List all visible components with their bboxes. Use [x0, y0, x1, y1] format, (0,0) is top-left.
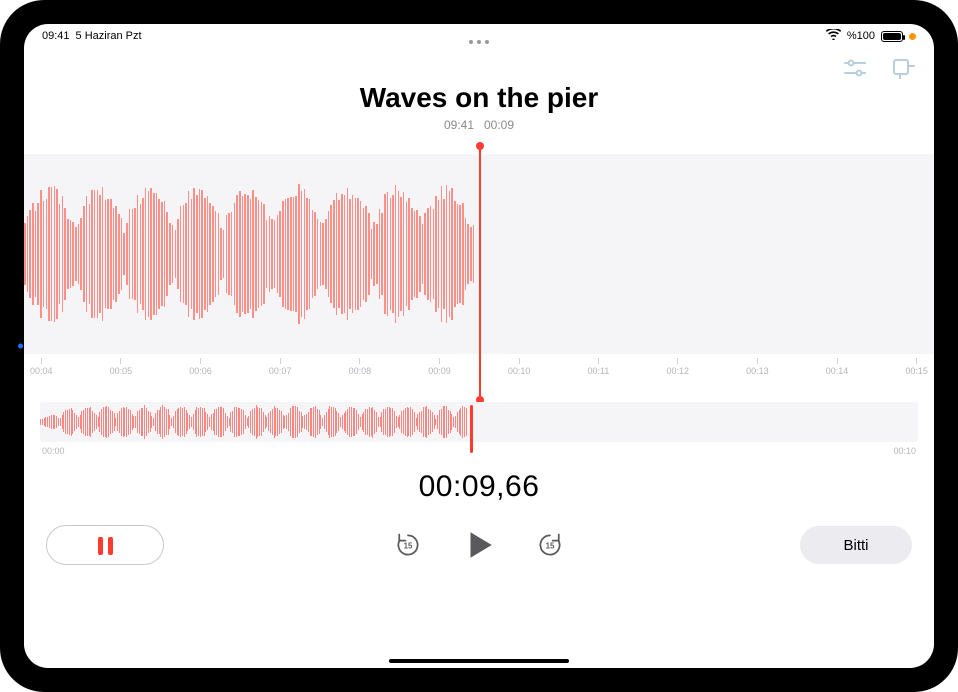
ruler-tick: 00:14	[826, 358, 849, 384]
status-date: 5 Haziran Pzt	[76, 30, 142, 42]
skip-back-15-button[interactable]: 15	[394, 531, 422, 559]
playback-settings-button[interactable]	[842, 55, 868, 81]
ruler-tick: 00:15	[905, 358, 928, 384]
trim-button[interactable]	[890, 55, 916, 81]
waveform-overview[interactable]: 00:00 00:10	[40, 402, 918, 456]
playhead-overview[interactable]	[470, 405, 473, 453]
svg-text:15: 15	[546, 542, 555, 551]
device-frame: 09:41 5 Haziran Pzt %100	[0, 0, 958, 692]
overview-start-time: 00:00	[42, 446, 65, 456]
ruler-tick: 00:11	[587, 358, 609, 384]
ruler-tick: 00:09	[428, 358, 451, 384]
playback-controls: 15 15 Bitti	[24, 522, 934, 568]
status-time: 09:41	[42, 30, 70, 42]
mic-in-use-indicator	[909, 33, 916, 40]
wifi-icon	[826, 29, 841, 43]
ruler-tick: 00:06	[189, 358, 212, 384]
ruler-tick: 00:07	[269, 358, 292, 384]
home-indicator[interactable]	[389, 659, 569, 663]
ruler-tick: 00:12	[666, 358, 689, 384]
status-bar: 09:41 5 Haziran Pzt %100	[24, 24, 934, 48]
battery-percent: %100	[847, 30, 875, 42]
multitask-dots[interactable]	[469, 40, 489, 44]
time-ruler: 00:04 00:05 00:06 00:07 00:08 00:09 00:10 00:11…	[24, 358, 934, 384]
pause-button[interactable]	[46, 525, 164, 565]
svg-text:15: 15	[404, 542, 413, 551]
title-block: Waves on the pier 09:41 00:09	[24, 82, 934, 132]
waveform-large[interactable]: 00:04 00:05 00:06 00:07 00:08 00:09 00:10 00:11…	[24, 154, 934, 384]
current-time-display: 00:09,66	[24, 470, 934, 504]
skip-forward-15-button[interactable]: 15	[536, 531, 564, 559]
ruler-tick: 00:05	[110, 358, 133, 384]
ruler-tick: 00:10	[508, 358, 531, 384]
pause-icon	[98, 537, 113, 555]
done-button[interactable]: Bitti	[800, 526, 912, 564]
ruler-tick: 00:04	[30, 358, 53, 384]
play-button[interactable]	[462, 528, 496, 562]
overview-end-time: 00:10	[893, 446, 916, 456]
side-indicator-dot	[18, 344, 23, 349]
screen: 09:41 5 Haziran Pzt %100	[24, 24, 934, 668]
ruler-tick: 00:13	[746, 358, 769, 384]
waveform-overview-bars	[40, 402, 470, 442]
recording-meta-duration: 00:09	[484, 118, 514, 132]
recording-meta-time: 09:41	[444, 118, 474, 132]
recording-title[interactable]: Waves on the pier	[24, 82, 934, 114]
ruler-tick: 00:08	[349, 358, 372, 384]
battery-icon	[881, 31, 903, 42]
